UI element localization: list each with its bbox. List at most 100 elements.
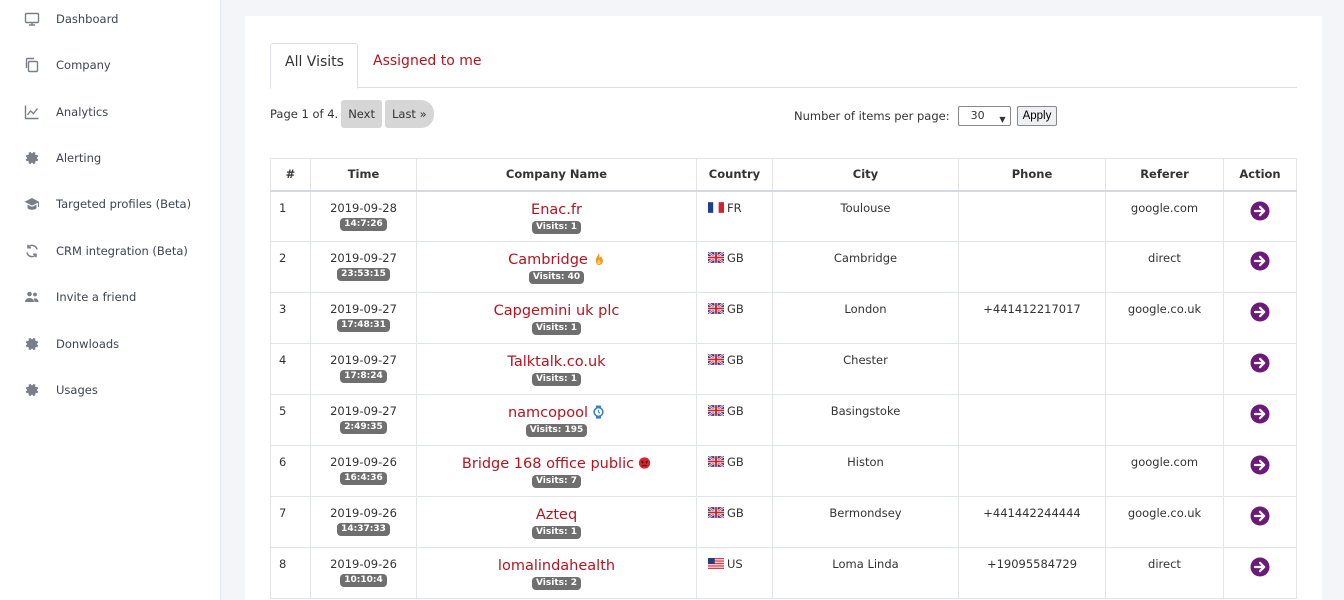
flag-gb-icon bbox=[708, 507, 724, 518]
sidebar-item-company[interactable]: Company bbox=[0, 50, 221, 80]
visits-count-badge: Visits: 7 bbox=[532, 475, 581, 488]
visits-count-badge: Visits: 1 bbox=[532, 220, 581, 234]
sidebar-item-dashboard[interactable]: Dashboard bbox=[0, 4, 221, 34]
sidebar-item-usages[interactable]: Usages bbox=[0, 375, 221, 405]
visit-time-cell: 2019-09-26 10:10:4 bbox=[310, 547, 417, 599]
action-cell bbox=[1223, 343, 1297, 395]
header-city[interactable]: City bbox=[772, 158, 959, 192]
row-number: 5 bbox=[270, 394, 311, 446]
sidebar-item-alerting[interactable]: Alerting bbox=[0, 143, 221, 173]
header-time[interactable]: Time bbox=[310, 158, 417, 192]
graduation-cap-icon bbox=[24, 196, 40, 212]
page-info: Page 1 of 4. bbox=[270, 107, 339, 121]
phone-cell bbox=[958, 343, 1106, 395]
sidebar-item-label: Targeted profiles (Beta) bbox=[56, 197, 192, 211]
visit-date: 2019-09-27 bbox=[330, 251, 397, 265]
sidebar-item-analytics[interactable]: Analytics bbox=[0, 97, 221, 127]
gear-icon bbox=[24, 382, 40, 398]
visits-count-badge: Visits: 1 bbox=[532, 526, 581, 539]
phone-cell: +441442244444 bbox=[958, 496, 1106, 548]
items-per-page: Number of items per page: 30 ▼ Apply bbox=[794, 106, 1058, 126]
tab-assigned-to-me[interactable]: Assigned to me bbox=[359, 43, 496, 88]
arrow-right-circle-icon[interactable] bbox=[1250, 302, 1270, 322]
company-name-link[interactable]: lomalindahealth bbox=[498, 558, 615, 574]
arrow-right-circle-icon[interactable] bbox=[1250, 557, 1270, 577]
sidebar-item-label: Dashboard bbox=[56, 12, 119, 26]
visits-count-badge: Visits: 1 bbox=[532, 373, 581, 386]
visit-time-cell: 2019-09-26 14:37:33 bbox=[310, 496, 417, 548]
visit-time-cell: 2019-09-28 14:7:26 bbox=[310, 190, 417, 242]
sidebar-item-invite-a-friend[interactable]: Invite a friend bbox=[0, 282, 221, 312]
row-number: 8 bbox=[270, 547, 311, 599]
header-referer[interactable]: Referer bbox=[1105, 158, 1224, 192]
company-name-link[interactable]: Azteq bbox=[536, 507, 577, 523]
company-name-link[interactable]: Talktalk.co.uk bbox=[507, 354, 605, 370]
visits-count-badge: Visits: 40 bbox=[528, 271, 585, 284]
sidebar-item-crm-integration[interactable]: CRM integration (Beta) bbox=[0, 236, 221, 266]
visit-time-badge: 16:4:36 bbox=[340, 472, 387, 485]
header-company-name[interactable]: Company Name bbox=[416, 158, 697, 192]
country-code: GB bbox=[727, 353, 744, 367]
company-name-link[interactable]: Enac.fr bbox=[531, 202, 582, 218]
city-cell: Cambridge bbox=[772, 241, 959, 293]
country-cell: GB bbox=[696, 394, 773, 446]
phone-cell: +441412217017 bbox=[958, 292, 1106, 344]
arrow-right-circle-icon[interactable] bbox=[1250, 201, 1270, 221]
company-cell: Azteq Visits: 1 bbox=[416, 496, 697, 548]
referer-cell: google.co.uk bbox=[1105, 292, 1224, 344]
arrow-right-circle-icon[interactable] bbox=[1250, 506, 1270, 526]
table-header-row: # Time Company Name Country City Phone R… bbox=[270, 158, 1297, 192]
visit-date: 2019-09-28 bbox=[330, 200, 397, 215]
country-code: GB bbox=[727, 302, 744, 316]
flag-fr-icon bbox=[708, 201, 724, 213]
sidebar-item-label: Alerting bbox=[56, 151, 102, 165]
referer-cell: google.com bbox=[1105, 190, 1224, 242]
next-page-button[interactable]: Next bbox=[341, 100, 382, 128]
country-cell: US bbox=[696, 547, 773, 599]
flag-gb-icon bbox=[708, 252, 724, 263]
action-cell bbox=[1223, 547, 1297, 599]
sidebar-item-downloads[interactable]: Donwloads bbox=[0, 329, 221, 359]
header-action: Action bbox=[1223, 158, 1297, 192]
country-cell: GB bbox=[696, 241, 773, 293]
arrow-right-circle-icon[interactable] bbox=[1250, 353, 1270, 373]
items-per-page-select[interactable]: 30 ▼ bbox=[957, 106, 1011, 126]
city-cell: Chester bbox=[772, 343, 959, 395]
company-cell: lomalindahealth Visits: 2 bbox=[416, 547, 697, 599]
visit-time-badge: 17:48:31 bbox=[337, 319, 390, 332]
city-cell: Histon bbox=[772, 445, 959, 497]
arrow-right-circle-icon[interactable] bbox=[1250, 404, 1270, 424]
visit-time-badge: 10:10:4 bbox=[340, 574, 387, 587]
country-cell: GB bbox=[696, 292, 773, 344]
row-number: 4 bbox=[270, 343, 311, 395]
sidebar-item-label: CRM integration (Beta) bbox=[56, 244, 188, 258]
apply-button[interactable]: Apply bbox=[1016, 106, 1058, 126]
city-cell: Basingstoke bbox=[772, 394, 959, 446]
header-phone[interactable]: Phone bbox=[958, 158, 1106, 192]
table-row: 5 2019-09-27 2:49:35 namcopool Visits: 195 GB… bbox=[270, 394, 1297, 446]
sidebar-item-label: Company bbox=[56, 58, 111, 72]
table-row: 7 2019-09-26 14:37:33 Azteq Visits: 1 GB Bermo… bbox=[270, 496, 1297, 548]
company-name-link[interactable]: Bridge 168 office public bbox=[462, 456, 634, 472]
company-name-link[interactable]: namcopool bbox=[508, 405, 588, 421]
arrow-right-circle-icon[interactable] bbox=[1250, 455, 1270, 475]
company-name-link[interactable]: Capgemini uk plc bbox=[494, 303, 620, 319]
referer-cell bbox=[1105, 343, 1224, 395]
main-panel: All Visits Assigned to me Page 1 of 4. N… bbox=[245, 16, 1322, 600]
country-code: FR bbox=[727, 200, 742, 215]
row-number: 6 bbox=[270, 445, 311, 497]
arrow-right-circle-icon[interactable] bbox=[1250, 251, 1270, 271]
items-per-page-value: 30 bbox=[970, 109, 985, 122]
last-page-button[interactable]: Last » bbox=[384, 100, 434, 128]
row-number: 3 bbox=[270, 292, 311, 344]
tab-all-visits[interactable]: All Visits bbox=[270, 43, 358, 89]
phone-cell bbox=[958, 394, 1106, 446]
visit-date: 2019-09-27 bbox=[330, 302, 397, 316]
country-cell: FR bbox=[696, 190, 773, 242]
sidebar-item-targeted-profiles[interactable]: Targeted profiles (Beta) bbox=[0, 189, 221, 219]
header-country[interactable]: Country bbox=[696, 158, 773, 192]
referer-cell bbox=[1105, 394, 1224, 446]
referer-cell: direct bbox=[1105, 547, 1224, 599]
visits-table: # Time Company Name Country City Phone R… bbox=[270, 158, 1297, 599]
company-name-link[interactable]: Cambridge bbox=[508, 252, 588, 268]
